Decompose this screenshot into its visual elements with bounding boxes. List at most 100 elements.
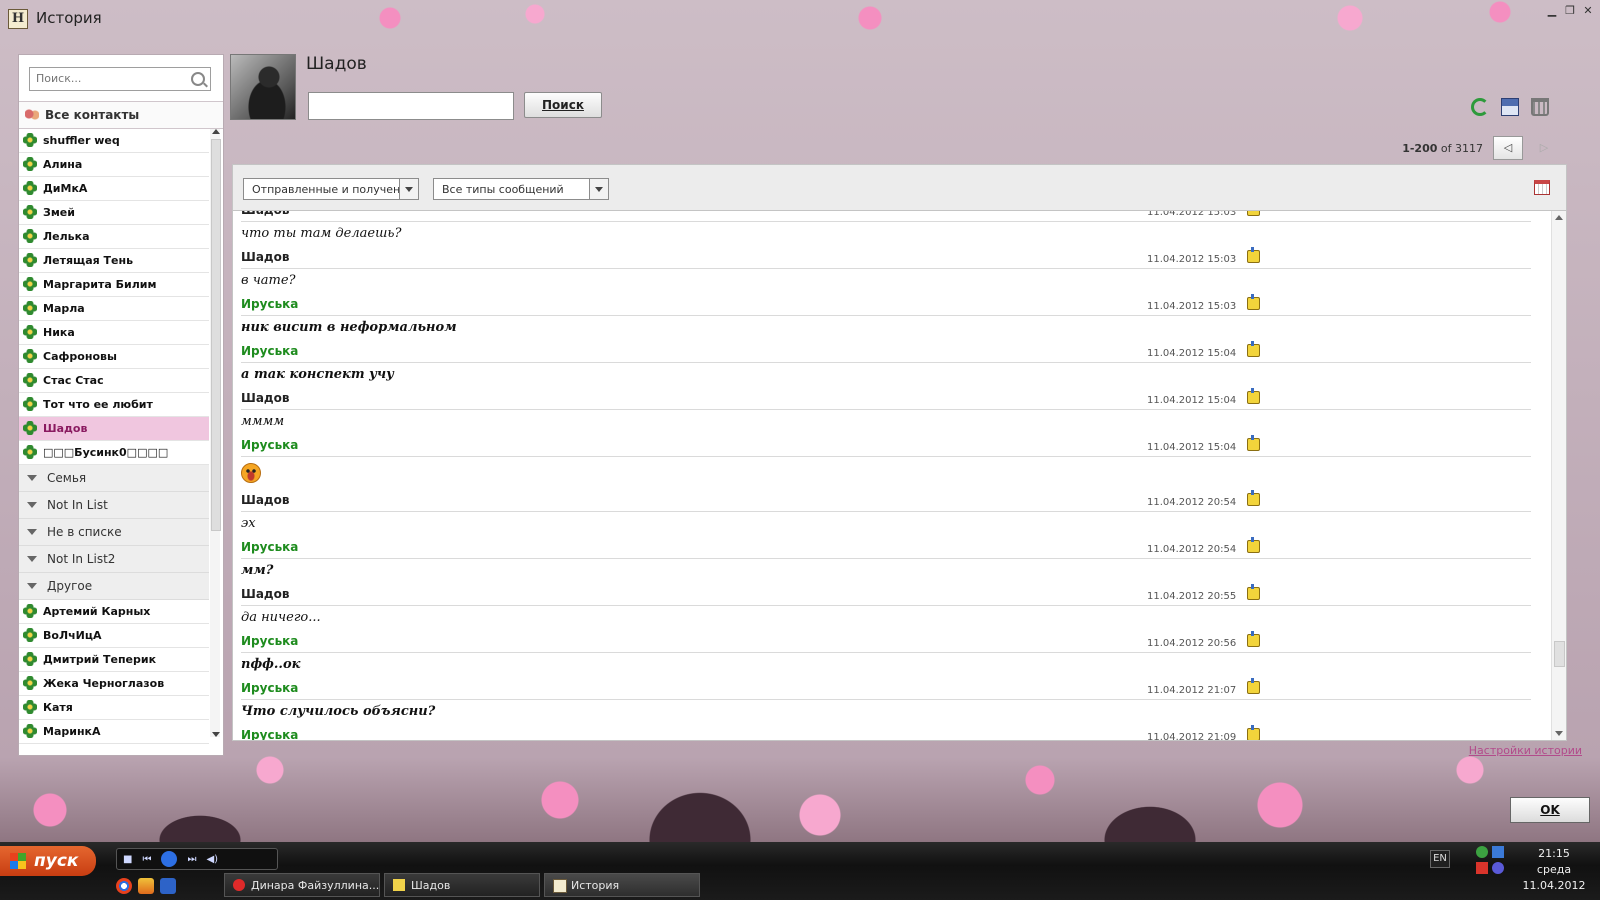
maximize-icon[interactable]: ❐ [1564,4,1576,17]
group-header[interactable]: Not In List [19,492,209,519]
message-header: Шадов 11.04.2012 20:54 [241,489,1531,512]
message-author: Ируська [241,297,299,311]
contact-item[interactable]: ВоЛчИцА [19,624,209,648]
save-icon[interactable] [1501,98,1519,116]
message-text: Что случилось объясни? [241,704,436,719]
folder-icon [393,879,405,891]
antivirus-icon[interactable] [1476,862,1488,874]
history-settings-link[interactable]: Настройки истории [1469,744,1582,757]
message-timestamp: 11.04.2012 20:56 [1147,638,1237,649]
scroll-up-icon[interactable] [1555,215,1563,220]
taskbar-item[interactable]: Динара Файзуллина... [224,873,380,897]
contact-item[interactable]: МаринкА [19,720,209,744]
contact-item-selected[interactable]: Шадов [19,417,209,441]
direction-dropdown[interactable]: Отправленные и получен... [243,178,419,200]
contact-item[interactable]: shuffler weq [19,129,209,153]
message-author: Шадов [241,493,290,507]
message-timestamp: 11.04.2012 15:03 [1147,210,1237,218]
contact-item[interactable]: Змей [19,201,209,225]
chevron-down-icon[interactable] [399,179,418,199]
contact-list-scrollbar[interactable] [210,129,221,737]
chevron-down-icon[interactable] [589,179,608,199]
contact-item[interactable]: □□□Бусинк0□□□□ [19,441,209,465]
message-author: Ируська [241,728,299,741]
taskbar-item-label: Шадов [411,879,451,892]
trash-icon[interactable] [1531,98,1549,116]
taskbar-item-active[interactable]: История [544,873,700,897]
ok-button[interactable]: OK [1510,797,1590,823]
group-header[interactable]: Not In List2 [19,546,209,573]
contact-item[interactable]: Артемий Карных [19,600,209,624]
next-page-button[interactable]: ▷ [1529,136,1559,160]
clock-day: среда [1536,863,1572,876]
status-flower-icon [23,628,37,642]
group-header[interactable]: Семья [19,465,209,492]
quick-launch [116,878,176,894]
search-icon[interactable] [191,72,205,86]
start-button[interactable]: пуск [0,846,96,876]
scroll-down-icon[interactable] [212,732,220,737]
contact-name: МаринкА [43,725,101,738]
bluetooth-icon[interactable] [1492,862,1504,874]
taskbar-item-label: Динара Файзуллина... [251,879,380,892]
message-header: Ируська 11.04.2012 20:54 [241,536,1531,559]
contact-item[interactable]: Стас Стас [19,369,209,393]
message-timestamp: 11.04.2012 21:09 [1147,732,1237,741]
minimize-icon[interactable]: ▁ [1546,4,1558,17]
contact-item[interactable]: Маргарита Билим [19,273,209,297]
scroll-thumb[interactable] [1554,641,1565,667]
message-status-icon [1247,584,1260,600]
message-item: Ируська 11.04.2012 20:56 пфф..ок [241,630,1531,677]
contact-item[interactable]: Сафроновы [19,345,209,369]
group-label: Семья [47,471,87,485]
message-status-icon [1247,294,1260,310]
all-contacts-item[interactable]: Все контакты [19,101,223,129]
refresh-icon[interactable] [1471,98,1489,116]
message-timestamp: 11.04.2012 15:03 [1147,254,1237,265]
filter-bar: Отправленные и получен... Все типы сообщ… [232,164,1567,211]
prev-page-button[interactable]: ◁ [1493,136,1523,160]
contact-search-input[interactable] [30,68,186,88]
icq-icon[interactable] [1476,846,1488,858]
calendar-icon[interactable] [1534,180,1550,195]
group-header[interactable]: Не в списке [19,519,209,546]
contact-item[interactable]: Ника [19,321,209,345]
find-button[interactable]: Поиск [524,92,602,118]
contact-item[interactable]: Жека Черноглазов [19,672,209,696]
app-shortcut-icon[interactable] [160,878,176,894]
browser-icon[interactable] [116,878,132,894]
close-icon[interactable]: ✕ [1582,4,1594,17]
media-player-icon[interactable] [138,878,154,894]
contact-item[interactable]: ДиМкА [19,177,209,201]
message-status-icon [1247,490,1260,506]
history-search-input[interactable] [308,92,514,120]
contact-item[interactable]: Тот что ее любит [19,393,209,417]
chevron-down-icon [27,502,37,508]
message-type-dropdown[interactable]: Все типы сообщений [433,178,609,200]
play-pause-icon[interactable] [161,851,178,867]
next-track-icon[interactable]: ⏭ [187,854,196,865]
taskbar-item[interactable]: Шадов [384,873,540,897]
scroll-down-icon[interactable] [1555,731,1563,736]
message-scrollbar[interactable] [1551,211,1566,740]
contact-search-box [29,67,211,91]
group-header[interactable]: Другое [19,573,209,600]
previous-track-icon[interactable]: ⏮ [142,854,151,865]
contact-item[interactable]: Катя [19,696,209,720]
contact-item[interactable]: Летящая Тень [19,249,209,273]
history-panel: Шадов Поиск 1-200 of 3117 ◁ ▷ Отправленн… [230,54,1567,754]
clock[interactable]: 21:15 среда 11.04.2012 [1514,846,1594,894]
contact-item[interactable]: Алина [19,153,209,177]
media-toolbar: ■ ⏮ ⏭ ◀) [116,848,278,870]
stop-icon[interactable]: ■ [123,854,132,865]
contact-item[interactable]: Лелька [19,225,209,249]
contact-item[interactable]: Марла [19,297,209,321]
scroll-up-icon[interactable] [212,129,220,134]
contact-name: Алина [43,158,83,171]
scroll-thumb[interactable] [211,139,221,531]
language-indicator[interactable]: EN [1430,850,1450,868]
message-author: Ируська [241,344,299,358]
volume-icon[interactable]: ◀) [206,854,218,865]
contact-item[interactable]: Дмитрий Теперик [19,648,209,672]
network-icon[interactable] [1492,846,1504,858]
